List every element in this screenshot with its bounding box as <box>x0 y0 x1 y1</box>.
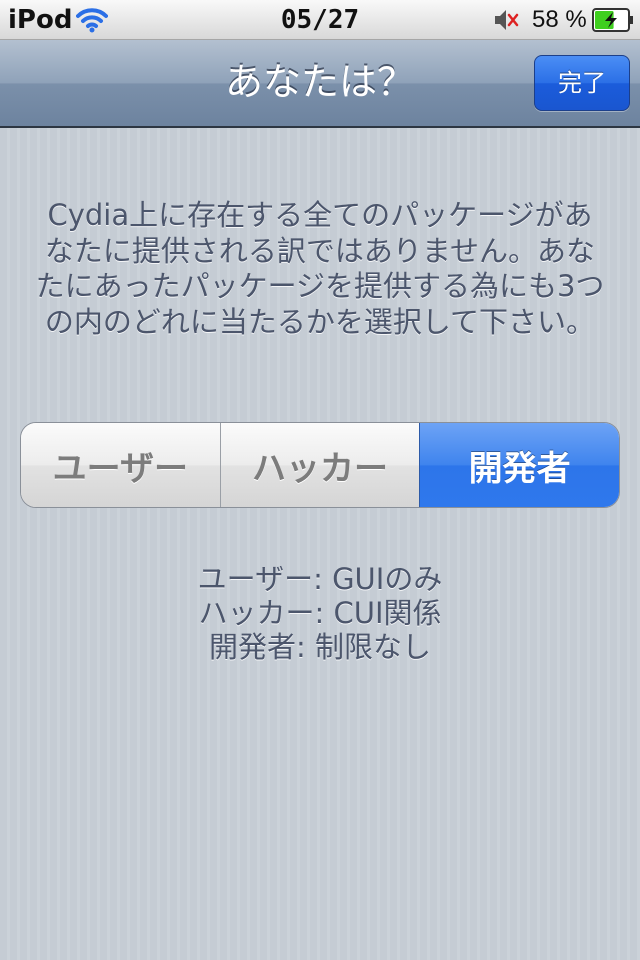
navigation-bar: あなたは？ 完了 <box>0 40 640 128</box>
done-button[interactable]: 完了 <box>534 55 630 111</box>
user-type-segmented-control: ユーザー ハッカー 開発者 <box>20 422 620 508</box>
segment-user[interactable]: ユーザー <box>21 423 220 507</box>
wifi-icon <box>76 6 108 34</box>
segment-hacker[interactable]: ハッカー <box>219 423 420 507</box>
battery-charging-icon <box>592 8 634 32</box>
legend-user: ユーザー: GUIのみ <box>197 562 443 596</box>
segment-developer[interactable]: 開発者 <box>419 423 619 507</box>
battery-percent: 58 % <box>532 6 587 33</box>
user-type-legend: ユーザー: GUIのみ ハッカー: CUI関係 開発者: 制限なし <box>120 562 520 664</box>
page-title: あなたは？ <box>224 60 415 104</box>
legend-developer: 開発者: 制限なし <box>209 630 431 664</box>
speaker-muted-icon <box>492 6 520 34</box>
status-bar: iPod 05/27 18:36 58 % <box>0 0 640 67</box>
description-text: Cydia上に存在する全てのパッケージがあなたに提供される訳ではありません。あな… <box>35 198 605 339</box>
carrier-label: iPod <box>8 5 73 35</box>
legend-hacker: ハッカー: CUI関係 <box>198 596 442 630</box>
